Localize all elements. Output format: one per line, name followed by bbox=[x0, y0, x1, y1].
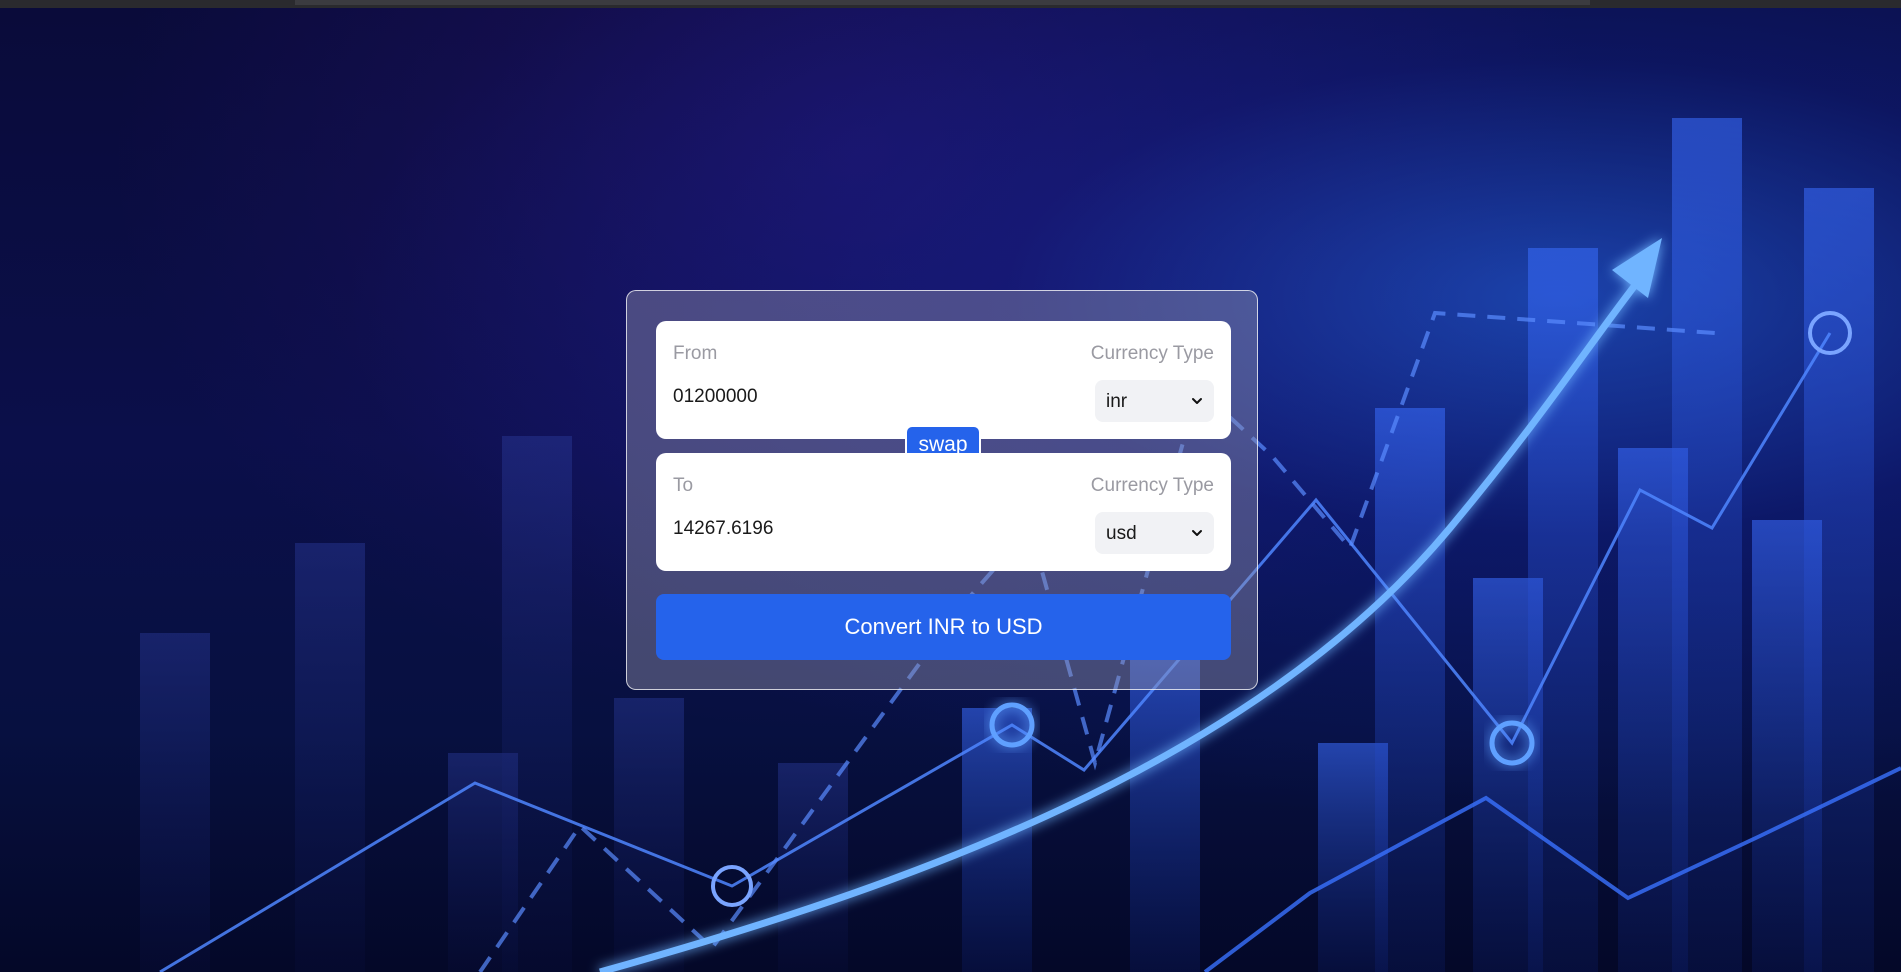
from-label: From bbox=[673, 343, 718, 364]
to-label: To bbox=[673, 475, 694, 496]
from-amount-input[interactable] bbox=[673, 386, 973, 408]
to-currency-select[interactable]: usd bbox=[1095, 512, 1214, 554]
browser-top-strip bbox=[0, 0, 1901, 8]
from-panel: From Currency Type inr bbox=[656, 321, 1231, 439]
to-amount-field[interactable] bbox=[673, 518, 973, 540]
browser-top-strip-inner bbox=[295, 0, 1590, 5]
from-currency-select[interactable]: inr bbox=[1095, 380, 1214, 422]
to-currency-value: usd bbox=[1106, 523, 1137, 544]
converter-card: From Currency Type inr swap To Currency … bbox=[626, 290, 1258, 690]
from-currency-value: inr bbox=[1106, 391, 1128, 412]
chevron-down-icon bbox=[1192, 530, 1202, 536]
to-currency-type-label: Currency Type bbox=[1090, 475, 1214, 496]
background-arrow-head bbox=[1612, 238, 1662, 298]
from-currency-type-label: Currency Type bbox=[1090, 343, 1214, 364]
to-panel: To Currency Type usd bbox=[656, 453, 1231, 571]
chevron-down-icon bbox=[1192, 398, 1202, 404]
convert-button[interactable]: Convert INR to USD bbox=[656, 594, 1231, 660]
